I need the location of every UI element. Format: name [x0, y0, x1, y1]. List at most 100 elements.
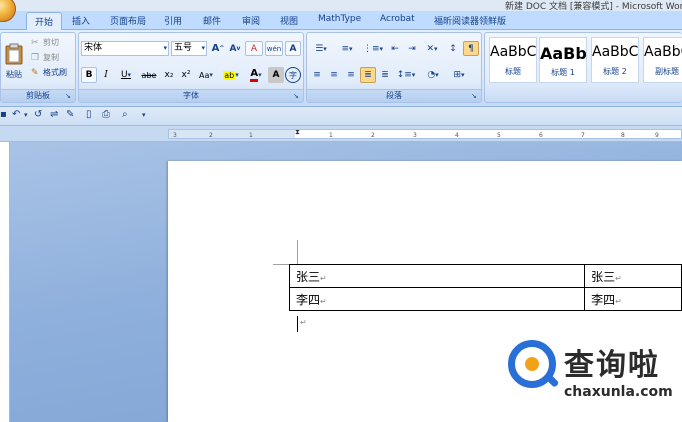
borders-button[interactable]: ⊞ ▾ [447, 67, 471, 83]
style-sample: AaBbC [592, 44, 638, 60]
tab-review[interactable]: 审阅 [242, 14, 260, 27]
character-border-button[interactable]: A [285, 41, 301, 56]
justify-button[interactable]: ≣ [360, 67, 376, 83]
text-cursor [297, 316, 298, 332]
tab-references[interactable]: 引用 [164, 14, 182, 27]
copy-button[interactable]: ❐ 复制 [31, 52, 59, 63]
shading-button[interactable]: ◔ ▾ [421, 67, 445, 83]
edit-icon[interactable]: ✎ [66, 109, 74, 120]
ruler-tick: 9 [655, 132, 659, 139]
save-icon[interactable]: ▪ [0, 109, 7, 120]
watermark-logo: 查询啦 chaxunla.com [508, 338, 680, 408]
paragraph-mark-icon: ¶ [468, 43, 474, 54]
redo-icon[interactable]: ↺ [34, 109, 42, 120]
font-color-button[interactable]: A ▾ [245, 67, 267, 83]
sort-button[interactable]: ↕ [445, 41, 461, 56]
print-icon[interactable]: ⎙ [102, 109, 110, 120]
clear-formatting-button[interactable]: A [245, 41, 263, 56]
paste-button[interactable]: 粘贴 [3, 35, 25, 87]
align-left-button[interactable]: ≡ [309, 67, 325, 83]
style-heading-1[interactable]: AaBb 标题 1 [539, 37, 587, 83]
indent-marker-icon[interactable]: ⧗ [295, 128, 301, 140]
change-case-button[interactable]: Aa ▾ [195, 67, 217, 83]
distributed-icon: ≣ [381, 70, 389, 80]
cut-label: 剪切 [43, 38, 59, 47]
style-subtitle[interactable]: AaBbC 副标题 [643, 37, 682, 83]
character-shading-button[interactable]: A [268, 67, 284, 83]
indent-icon: ⇥ [408, 43, 416, 54]
font-family-select[interactable]: 宋体 ▾ [81, 41, 169, 56]
paragraph-group: ☰ ▾ ≡ ▾ ⋮≡ ▾ ⇤ ⇥ ✕ ▾ ↕ ¶ ≡ ≡ ≡ ≣ ≣ ↕≡ ▾ ◔ ▾ ⊞ ▾… [306, 32, 482, 103]
customize-qat-icon[interactable]: ▾ [142, 111, 146, 119]
style-title[interactable]: AaBbC 标题 [489, 37, 537, 83]
bold-button[interactable]: B [81, 67, 97, 83]
tab-insert[interactable]: 插入 [72, 14, 90, 27]
show-marks-button[interactable]: ¶ [463, 41, 479, 56]
distributed-button[interactable]: ≣ [377, 67, 393, 83]
styles-group: AaBbC 标题 AaBb 标题 1 AaBbC 标题 2 AaBbC 副标题 [484, 32, 682, 103]
tab-mailings[interactable]: 邮件 [203, 14, 221, 27]
italic-button[interactable]: I [98, 67, 114, 83]
tab-foxit-reader[interactable]: 福昕阅读器领鲜版 [434, 14, 506, 27]
align-center-icon: ≡ [330, 70, 338, 80]
cut-button[interactable]: ✂ 剪切 [31, 37, 59, 48]
phonetic-guide-button[interactable]: wén [265, 41, 283, 56]
shrink-font-button[interactable]: Av [227, 41, 243, 56]
tab-page-layout[interactable]: 页面布局 [110, 14, 146, 27]
ruler-tick: 3 [413, 132, 417, 139]
decrease-indent-button[interactable]: ⇤ [387, 41, 403, 56]
dropdown-icon[interactable]: ▾ [24, 111, 28, 119]
table-row: 张三↵ 张三↵ [288, 264, 682, 288]
line-spacing-button[interactable]: ↕≡ ▾ [395, 67, 417, 83]
align-center-button[interactable]: ≡ [326, 67, 342, 83]
format-painter-button[interactable]: ✎ 格式刷 [31, 67, 67, 78]
superscript-button[interactable]: x² [178, 67, 194, 83]
table-cell[interactable]: 李四↵ [288, 287, 586, 311]
subscript-button[interactable]: x₂ [161, 67, 177, 83]
style-name: 副标题 [655, 67, 679, 76]
tab-home[interactable]: 开始 [26, 12, 63, 31]
new-document-icon[interactable]: ▯ [86, 109, 92, 120]
strikethrough-button[interactable]: abe [139, 67, 159, 83]
brush-icon: ✎ [31, 67, 39, 78]
highlight-button[interactable]: ab ▾ [219, 67, 243, 83]
bullets-button[interactable]: ☰ ▾ [309, 41, 333, 56]
table-cell[interactable]: 张三↵ [288, 264, 586, 288]
table-cell[interactable]: 张三↵ [584, 264, 682, 288]
paragraph-dialog-launcher-icon[interactable]: ↘ [471, 92, 479, 100]
font-dialog-launcher-icon[interactable]: ↘ [293, 92, 301, 100]
style-name: 标题 1 [551, 68, 575, 77]
grow-font-button[interactable]: A ^ [210, 41, 226, 56]
tab-acrobat[interactable]: Acrobat [380, 14, 415, 24]
enclose-characters-button[interactable]: 字 [285, 67, 301, 83]
clipboard-group: 粘贴 ✂ 剪切 ❐ 复制 ✎ 格式刷 剪贴板 ↘ [0, 32, 76, 103]
chinese-layout-button[interactable]: ✕ ▾ [421, 41, 443, 56]
ribbon: 粘贴 ✂ 剪切 ❐ 复制 ✎ 格式刷 剪贴板 ↘ 宋体 ▾ 五号 ▾ A ^ Av… [0, 30, 682, 107]
tab-view[interactable]: 视图 [280, 14, 298, 27]
magnifier-logo-icon [508, 340, 560, 388]
paragraph-mark: ↵ [300, 318, 307, 327]
bullet-list-icon: ☰ [315, 43, 324, 54]
document-table[interactable]: 张三↵ 张三↵ 李四↵ 李四↵ [288, 264, 682, 311]
font-size-value: 五号 [174, 43, 193, 53]
custom-tool-icon[interactable]: ⇌ [50, 109, 58, 120]
ruler-tick: 1 [249, 132, 253, 139]
clipboard-dialog-launcher-icon[interactable]: ↘ [65, 92, 73, 100]
underline-button[interactable]: U ▾ [115, 67, 137, 83]
table-cell[interactable]: 李四↵ [584, 287, 682, 311]
print-preview-icon[interactable]: ⌕ [122, 109, 128, 120]
undo-icon[interactable]: ↶ [12, 109, 20, 120]
increase-indent-button[interactable]: ⇥ [404, 41, 420, 56]
watermark-brand: 查询啦 [564, 348, 660, 383]
tab-mathtype[interactable]: MathType [318, 14, 361, 24]
ruler-tick: 8 [621, 132, 625, 139]
font-size-select[interactable]: 五号 ▾ [171, 41, 207, 56]
ruler-strip[interactable]: 3 2 1 1 2 3 4 5 6 7 8 9 ⧗ [168, 128, 682, 140]
copy-label: 复制 [43, 53, 59, 62]
style-heading-2[interactable]: AaBbC 标题 2 [591, 37, 639, 83]
style-name: 标题 [505, 67, 521, 76]
numbering-button[interactable]: ≡ ▾ [335, 41, 359, 56]
multilevel-list-button[interactable]: ⋮≡ ▾ [361, 41, 385, 56]
align-right-button[interactable]: ≡ [343, 67, 359, 83]
paragraph-group-label: 段落 [307, 89, 481, 102]
